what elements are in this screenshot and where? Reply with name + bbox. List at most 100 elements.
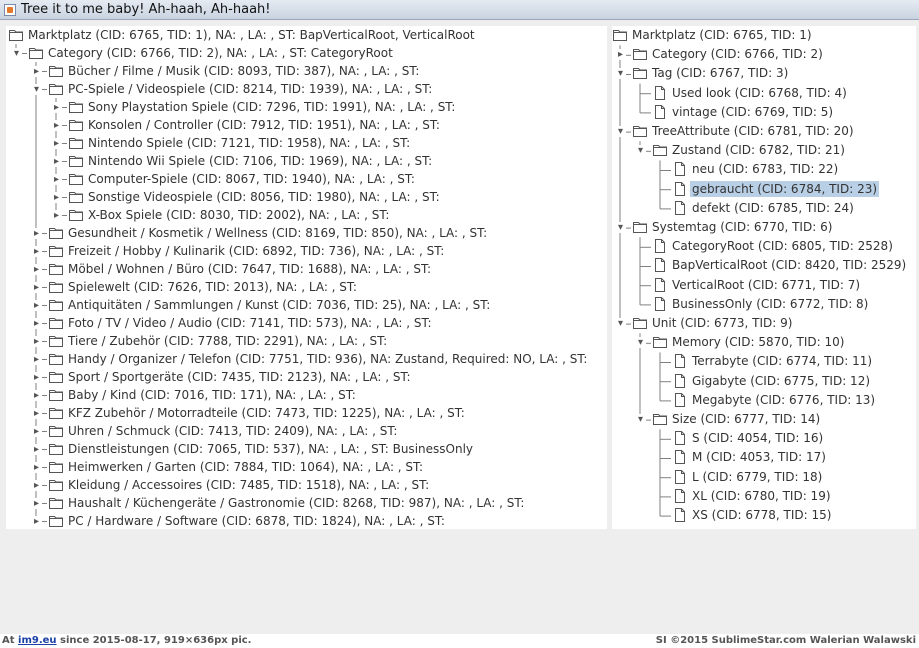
expand-toggle-icon[interactable]: ▸ bbox=[51, 138, 62, 149]
tree-node-folder[interactable]: Dienstleistungen (CID: 7065, TID: 537), … bbox=[48, 441, 473, 457]
expand-toggle-icon[interactable]: ▸ bbox=[31, 426, 42, 437]
tree-node-leaf[interactable]: vintage (CID: 6769, TID: 5) bbox=[652, 104, 833, 120]
tree-node-folder[interactable]: Systemtag (CID: 6770, TID: 6) bbox=[632, 219, 832, 235]
tree-node-label-selected: gebraucht (CID: 6784, TID: 23) bbox=[690, 180, 880, 197]
tree-node-label: Handy / Organizer / Telefon (CID: 7751, … bbox=[68, 352, 588, 366]
collapse-toggle-icon[interactable]: ▾ bbox=[615, 68, 626, 80]
tree-node-folder[interactable]: Kleidung / Accessoires (CID: 7485, TID: … bbox=[48, 477, 429, 493]
tree-node-folder[interactable]: Spielewelt (CID: 7626, TID: 2013), NA: ,… bbox=[48, 279, 357, 295]
tree-node-folder[interactable]: Baby / Kind (CID: 7016, TID: 171), NA: ,… bbox=[48, 387, 356, 403]
tree-node-folder[interactable]: Marktplatz (CID: 6765, TID: 1) bbox=[612, 27, 812, 43]
tree-node-folder[interactable]: PC / Hardware / Software (CID: 6878, TID… bbox=[48, 513, 445, 529]
expand-toggle-icon[interactable]: ▸ bbox=[31, 246, 42, 257]
tree-node-folder[interactable]: Konsolen / Controller (CID: 7912, TID: 1… bbox=[68, 117, 440, 133]
expand-toggle-icon[interactable]: ▸ bbox=[31, 318, 42, 329]
tree-node-folder[interactable]: Handy / Organizer / Telefon (CID: 7751, … bbox=[48, 351, 587, 367]
tree-node-leaf[interactable]: neu (CID: 6783, TID: 22) bbox=[672, 161, 838, 177]
expand-toggle-icon[interactable]: ▸ bbox=[31, 462, 42, 473]
tree-node-folder[interactable]: Heimwerken / Garten (CID: 7884, TID: 106… bbox=[48, 459, 423, 475]
tree-node-folder[interactable]: Gesundheit / Kosmetik / Wellness (CID: 8… bbox=[48, 225, 487, 241]
tree-node-folder[interactable]: TreeAttribute (CID: 6781, TID: 20) bbox=[632, 123, 854, 139]
expand-toggle-icon[interactable]: ▸ bbox=[51, 192, 62, 203]
expand-toggle-icon[interactable]: ▸ bbox=[51, 102, 62, 113]
expand-toggle-icon[interactable]: ▸ bbox=[31, 390, 42, 401]
tree-node-leaf[interactable]: defekt (CID: 6785, TID: 24) bbox=[672, 200, 854, 216]
tree-node-leaf[interactable]: gebraucht (CID: 6784, TID: 23) bbox=[672, 180, 880, 197]
tree-node-folder[interactable]: KFZ Zubehör / Motorradteile (CID: 7473, … bbox=[48, 405, 465, 421]
expand-toggle-icon[interactable]: ▸ bbox=[31, 444, 42, 455]
tree-node-label: KFZ Zubehör / Motorradteile (CID: 7473, … bbox=[68, 406, 465, 420]
tree-node-leaf[interactable]: Terrabyte (CID: 6774, TID: 11) bbox=[672, 353, 872, 369]
tree-node-folder[interactable]: Nintendo Spiele (CID: 7121, TID: 1958), … bbox=[68, 135, 410, 151]
tree-node-leaf[interactable]: CategoryRoot (CID: 6805, TID: 2528) bbox=[652, 238, 893, 254]
attribute-tree[interactable]: Marktplatz (CID: 6765, TID: 1) Category (… bbox=[612, 26, 916, 529]
im9-link[interactable]: im9.eu bbox=[18, 635, 57, 646]
expand-toggle-icon[interactable]: ▸ bbox=[31, 282, 42, 293]
expand-toggle-icon[interactable]: ▸ bbox=[31, 336, 42, 347]
attribute-tree-panel[interactable]: Marktplatz (CID: 6765, TID: 1) Category (… bbox=[612, 26, 916, 529]
tree-node-leaf[interactable]: Megabyte (CID: 6776, TID: 13) bbox=[672, 392, 875, 408]
expand-toggle-icon[interactable]: ▸ bbox=[615, 49, 626, 61]
tree-node-folder[interactable]: Computer-Spiele (CID: 8067, TID: 1940), … bbox=[68, 171, 415, 187]
collapse-toggle-icon[interactable]: ▾ bbox=[615, 126, 626, 137]
tree-node-folder[interactable]: Haushalt / Küchengeräte / Gastronomie (C… bbox=[48, 495, 524, 511]
category-tree-panel[interactable]: Marktplatz (CID: 6765, TID: 1), NA: , LA… bbox=[6, 26, 607, 529]
tree-node-leaf[interactable]: BapVerticalRoot (CID: 8420, TID: 2529) bbox=[652, 257, 906, 273]
expand-toggle-icon[interactable]: ▸ bbox=[51, 210, 62, 221]
tree-node-leaf[interactable]: XL (CID: 6780, TID: 19) bbox=[672, 488, 831, 504]
expand-toggle-icon[interactable]: ▸ bbox=[31, 228, 42, 239]
tree-node-leaf[interactable]: Gigabyte (CID: 6775, TID: 12) bbox=[672, 373, 870, 389]
expand-toggle-icon[interactable]: ▸ bbox=[51, 156, 62, 167]
expand-toggle-icon[interactable]: ▸ bbox=[31, 354, 42, 365]
tree-node-folder[interactable]: Category (CID: 6766, TID: 2), NA: , LA: … bbox=[28, 45, 393, 61]
tree-node-folder[interactable]: Sonstige Videospiele (CID: 8056, TID: 19… bbox=[68, 189, 440, 205]
collapse-toggle-icon[interactable]: ▾ bbox=[615, 318, 626, 329]
tree-node-leaf[interactable]: Used look (CID: 6768, TID: 4) bbox=[652, 85, 847, 101]
tree-node-leaf[interactable]: VerticalRoot (CID: 6771, TID: 7) bbox=[652, 277, 860, 293]
tree-node-folder[interactable]: Nintendo Wii Spiele (CID: 7106, TID: 196… bbox=[68, 153, 432, 169]
tree-node-leaf[interactable]: L (CID: 6779, TID: 18) bbox=[672, 469, 822, 485]
collapse-toggle-icon[interactable]: ▾ bbox=[635, 414, 646, 425]
file-icon bbox=[672, 507, 688, 523]
expand-toggle-icon[interactable]: ▸ bbox=[31, 408, 42, 419]
tree-node-leaf[interactable]: XS (CID: 6778, TID: 15) bbox=[672, 507, 831, 523]
tree-node-folder[interactable]: Size (CID: 6777, TID: 14) bbox=[652, 411, 820, 427]
tree-node-folder[interactable]: Sony Playstation Spiele (CID: 7296, TID:… bbox=[68, 99, 455, 115]
tree-node-folder[interactable]: Tag (CID: 6767, TID: 3) bbox=[632, 65, 788, 81]
tree-node-folder[interactable]: Unit (CID: 6773, TID: 9) bbox=[632, 315, 792, 331]
window-title-bar[interactable]: Tree it to me baby! Ah-haah, Ah-haah! bbox=[0, 0, 919, 20]
tree-node-leaf[interactable]: S (CID: 4054, TID: 16) bbox=[672, 430, 823, 446]
folder-icon bbox=[48, 351, 64, 367]
tree-node-folder[interactable]: Uhren / Schmuck (CID: 7413, TID: 2409), … bbox=[48, 423, 397, 439]
expand-toggle-icon[interactable]: ▸ bbox=[31, 498, 42, 509]
collapse-toggle-icon[interactable]: ▾ bbox=[635, 145, 646, 157]
expand-toggle-icon[interactable]: ▸ bbox=[31, 300, 42, 311]
category-tree[interactable]: Marktplatz (CID: 6765, TID: 1), NA: , LA… bbox=[6, 26, 607, 529]
expand-toggle-icon[interactable]: ▸ bbox=[51, 120, 62, 131]
expand-toggle-icon[interactable]: ▸ bbox=[31, 516, 42, 527]
collapse-toggle-icon[interactable]: ▾ bbox=[635, 337, 646, 349]
tree-node-folder[interactable]: Antiquitäten / Sammlungen / Kunst (CID: … bbox=[48, 297, 490, 313]
tree-node-folder[interactable]: Bücher / Filme / Musik (CID: 8093, TID: … bbox=[48, 63, 419, 79]
tree-node-folder[interactable]: Category (CID: 6766, TID: 2) bbox=[632, 46, 823, 62]
tree-node-folder[interactable]: Foto / TV / Video / Audio (CID: 7141, TI… bbox=[48, 315, 432, 331]
expand-toggle-icon[interactable]: ▸ bbox=[31, 264, 42, 275]
tree-node-folder[interactable]: X-Box Spiele (CID: 8030, TID: 2002), NA:… bbox=[68, 207, 389, 223]
tree-node-leaf[interactable]: BusinessOnly (CID: 6772, TID: 8) bbox=[652, 296, 868, 312]
expand-toggle-icon[interactable]: ▸ bbox=[31, 66, 42, 77]
tree-node-leaf[interactable]: M (CID: 4053, TID: 17) bbox=[672, 449, 826, 465]
collapse-toggle-icon[interactable]: ▾ bbox=[11, 48, 22, 59]
expand-toggle-icon[interactable]: ▸ bbox=[31, 372, 42, 383]
tree-node-folder[interactable]: PC-Spiele / Videospiele (CID: 8214, TID:… bbox=[48, 81, 432, 97]
expand-toggle-icon[interactable]: ▸ bbox=[31, 480, 42, 491]
tree-node-folder[interactable]: Tiere / Zubehör (CID: 7788, TID: 2291), … bbox=[48, 333, 387, 349]
tree-node-folder[interactable]: Memory (CID: 5870, TID: 10) bbox=[652, 334, 844, 350]
tree-node-folder[interactable]: Marktplatz (CID: 6765, TID: 1), NA: , LA… bbox=[8, 27, 475, 43]
tree-node-folder[interactable]: Freizeit / Hobby / Kulinarik (CID: 6892,… bbox=[48, 243, 444, 259]
tree-node-folder[interactable]: Sport / Sportgeräte (CID: 7435, TID: 212… bbox=[48, 369, 411, 385]
expand-toggle-icon[interactable]: ▸ bbox=[51, 174, 62, 185]
collapse-toggle-icon[interactable]: ▾ bbox=[615, 222, 626, 233]
collapse-toggle-icon[interactable]: ▾ bbox=[31, 84, 42, 95]
tree-node-folder[interactable]: Zustand (CID: 6782, TID: 21) bbox=[652, 142, 845, 158]
tree-node-folder[interactable]: Möbel / Wohnen / Büro (CID: 7647, TID: 1… bbox=[48, 261, 431, 277]
